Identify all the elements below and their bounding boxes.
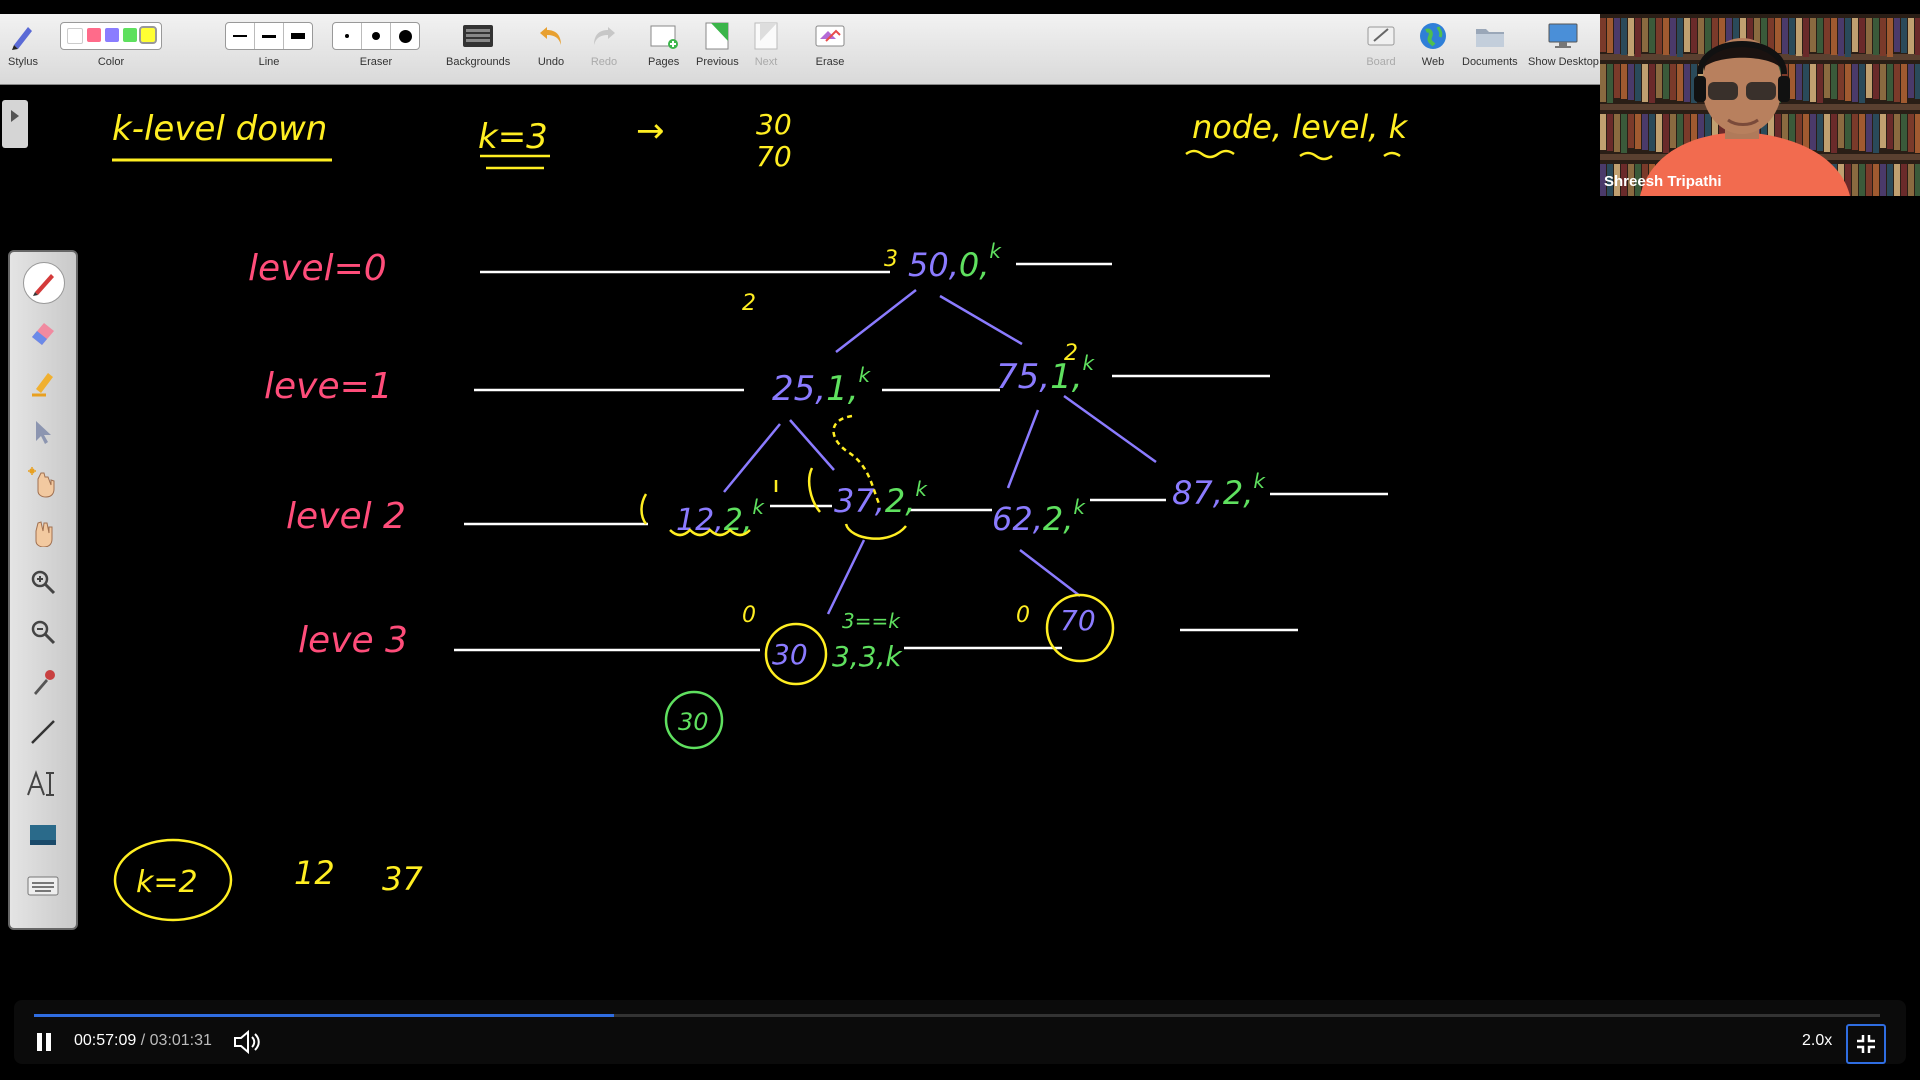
node-70: 70: [1060, 604, 1096, 637]
level-2-label: level 2: [286, 496, 406, 537]
mark-3: 3: [884, 247, 898, 272]
board-title: k-level down: [112, 109, 327, 149]
progress-slider[interactable]: [34, 1014, 1880, 1017]
node-30: 30: [772, 638, 808, 671]
volume-button[interactable]: [232, 1028, 262, 1056]
node-75: 75,1,k: [996, 351, 1096, 397]
equality-note: 3==k: [842, 609, 901, 633]
params-squiggle: [1185, 149, 1401, 161]
zero-mark-70: 0: [1016, 603, 1030, 628]
result-37: 37: [382, 860, 423, 898]
progress-fill: [34, 1014, 614, 1017]
green-node-30: 30: [678, 708, 709, 736]
k2-note: k=2: [136, 865, 198, 900]
current-time: 00:57:09: [74, 1032, 137, 1049]
level-1-label: leve=1: [264, 366, 393, 407]
mark-2-a: 2: [742, 291, 756, 316]
speaker-icon: [234, 1029, 260, 1055]
node-37: 37,2,k: [834, 477, 928, 520]
whiteboard-canvas[interactable]: k-level down k=3 → 30 70 node, level, k …: [0, 0, 1920, 1000]
zero-mark-30: 0: [742, 603, 756, 628]
node-30-state: 3,3,k: [832, 640, 903, 673]
duration: 03:01:31: [149, 1032, 212, 1049]
answer-30: 30: [756, 108, 792, 141]
node-25: 25,1,k: [772, 363, 872, 409]
answer-70: 70: [756, 140, 792, 173]
node-87: 87,2,k: [1172, 469, 1266, 512]
k-value-underline: [480, 154, 550, 170]
arrow-note: →: [636, 111, 665, 151]
pause-button[interactable]: [30, 1028, 58, 1056]
node-62: 62,2,k: [992, 495, 1086, 538]
k-value-note: k=3: [478, 117, 548, 157]
result-12: 12: [294, 854, 335, 892]
yellow-annotations: [113, 414, 1115, 922]
node-50: 50,0,k: [908, 239, 1002, 284]
exit-fullscreen-icon: [1857, 1035, 1875, 1053]
time-display: 00:57:09 / 03:01:31: [74, 1032, 212, 1050]
video-player-bar: 00:57:09 / 03:01:31 2.0x: [14, 1000, 1906, 1064]
exit-fullscreen-button[interactable]: [1846, 1024, 1886, 1064]
level-3-label: leve 3: [298, 620, 408, 661]
params-note: node, level, k: [1192, 108, 1409, 146]
tree-edges: [723, 289, 1157, 615]
time-separator: /: [140, 1032, 146, 1049]
level-0-label: level=0: [248, 248, 387, 289]
playback-speed[interactable]: 2.0x: [1802, 1032, 1832, 1050]
level-lines: [454, 262, 1388, 652]
pause-icon: [37, 1033, 51, 1051]
mark-2-b: 2: [1064, 341, 1078, 366]
